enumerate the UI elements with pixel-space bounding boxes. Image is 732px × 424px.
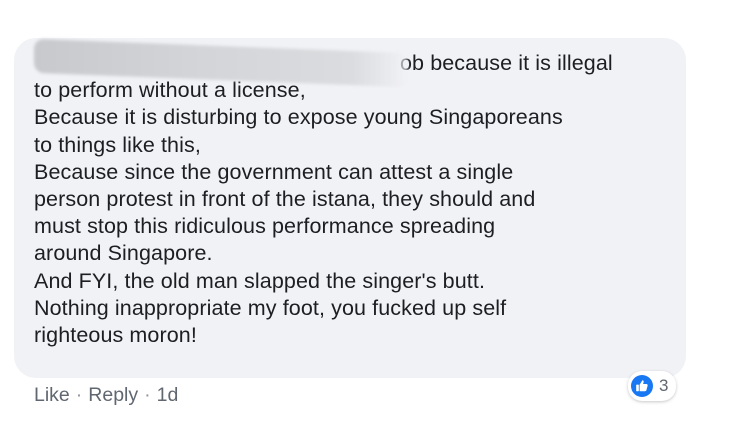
separator: · (75, 384, 83, 406)
comment-line: must stop this ridiculous performance sp… (34, 214, 496, 239)
comment-line: And FYI, the old man slapped the singer'… (34, 268, 486, 293)
comment-line: Because it is disturbing to expose young… (34, 105, 563, 130)
reaction-summary[interactable]: 3 (628, 371, 677, 401)
comment-line: righteous moron! (34, 323, 197, 348)
comment-body: ob because it is illegal to perform with… (34, 50, 674, 349)
separator: · (144, 384, 151, 406)
comment-line: person protest in front of the istana, t… (34, 187, 536, 212)
comment-timestamp[interactable]: 1d (157, 384, 179, 406)
reply-link[interactable]: Reply (88, 384, 138, 406)
comment-line: to things like this, (34, 132, 201, 157)
like-link[interactable]: Like (34, 384, 70, 406)
reaction-count: 3 (659, 376, 669, 395)
comment-line: Nothing inappropriate my foot, you fucke… (34, 295, 507, 320)
comment-actions: Like · Reply · 1d (34, 384, 178, 407)
comment-line: around Singapore. (34, 241, 213, 266)
comment-line: Because since the government can attest … (34, 159, 514, 184)
thumbs-up-icon (631, 375, 653, 397)
